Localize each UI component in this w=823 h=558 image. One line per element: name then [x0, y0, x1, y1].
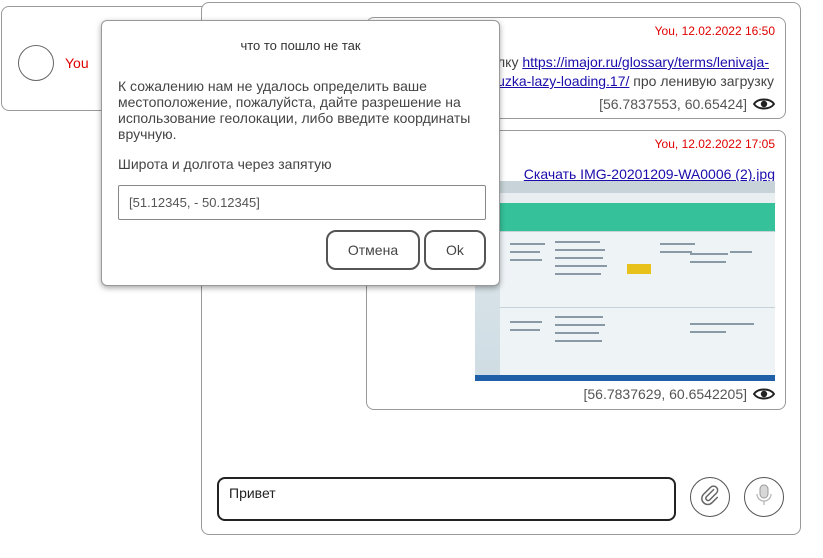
message-text-prefix: лку [497, 54, 523, 70]
message-link[interactable]: https://imajor.ru/glossary/terms/lenivaj… [522, 54, 769, 70]
message-text-suffix: про ленивую загрузку [629, 73, 774, 89]
dialog-title: что то пошло не так [240, 38, 361, 53]
paperclip-icon [699, 484, 721, 511]
microphone-icon [753, 483, 775, 512]
cancel-button[interactable]: Отмена [326, 230, 420, 270]
message-text: лку https://imajor.ru/glossary/terms/len… [497, 54, 769, 70]
coords-text: [56.7837553, 60.65424] [599, 96, 747, 112]
avatar [18, 45, 54, 81]
download-link[interactable]: Скачать IMG-20201209-WA0006 (2).jpg [524, 166, 775, 182]
ok-button[interactable]: Ok [424, 230, 486, 270]
coords-text: [56.7837629, 60.6542205] [583, 386, 748, 402]
message-coords: [56.7837553, 60.65424] [599, 96, 775, 112]
message-coords: [56.7837629, 60.6542205] [583, 386, 775, 402]
message-text-continued: zuzka-lazy-loading.17/ про ленивую загру… [490, 73, 774, 89]
geolocation-dialog: что то пошло не так К сожалению нам не у… [101, 20, 500, 286]
message-input[interactable]: Привет [217, 477, 676, 521]
message-header: You, 12.02.2022 17:05 [654, 137, 775, 151]
attach-button[interactable] [690, 477, 730, 517]
dialog-prompt-label: Широта и долгота через запятую [118, 156, 332, 172]
user-name: You [65, 55, 89, 71]
eye-icon[interactable] [753, 387, 775, 401]
message-header: You, 12.02.2022 16:50 [654, 24, 775, 38]
dialog-message: К сожалению нам не удалось определить ва… [118, 78, 471, 142]
coordinates-input[interactable] [118, 185, 486, 220]
eye-icon[interactable] [753, 97, 775, 111]
microphone-button[interactable] [744, 477, 784, 517]
message-link-continued[interactable]: zuzka-lazy-loading.17/ [490, 73, 629, 89]
attached-photo[interactable] [475, 181, 775, 381]
